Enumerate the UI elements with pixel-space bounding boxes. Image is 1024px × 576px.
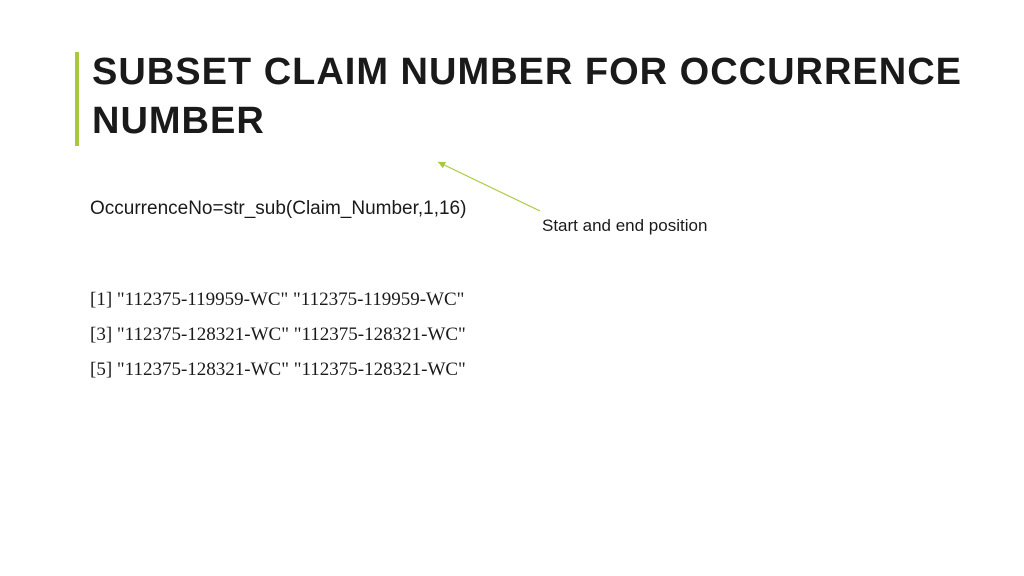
output-value: "112375-128321-WC"	[117, 324, 289, 345]
output-value: "112375-128321-WC"	[117, 359, 289, 380]
output-value: "112375-128321-WC"	[294, 359, 466, 380]
annotation-label: Start and end position	[542, 216, 707, 236]
output-value: "112375-119959-WC"	[293, 289, 464, 310]
title-line-1: SUBSET CLAIM NUMBER FOR OCCURRENCE	[92, 51, 962, 93]
title-accent-bar	[75, 52, 79, 146]
output-index: [1]	[90, 289, 112, 310]
output-row: [3] "112375-128321-WC" "112375-128321-WC…	[90, 317, 466, 352]
output-row: [5] "112375-128321-WC" "112375-128321-WC…	[90, 352, 466, 387]
code-expression: OccurrenceNo=str_sub(Claim_Number,1,16)	[90, 198, 466, 220]
output-row: [1] "112375-119959-WC" "112375-119959-WC…	[90, 282, 466, 317]
output-block: [1] "112375-119959-WC" "112375-119959-WC…	[90, 282, 466, 387]
output-index: [3]	[90, 324, 112, 345]
output-value: "112375-128321-WC"	[294, 324, 466, 345]
title-line-2: NUMBER	[92, 100, 265, 142]
output-value: "112375-119959-WC"	[117, 289, 288, 310]
slide-title: SUBSET CLAIM NUMBER FOR OCCURRENCE NUMBE…	[92, 48, 962, 147]
output-index: [5]	[90, 359, 112, 380]
